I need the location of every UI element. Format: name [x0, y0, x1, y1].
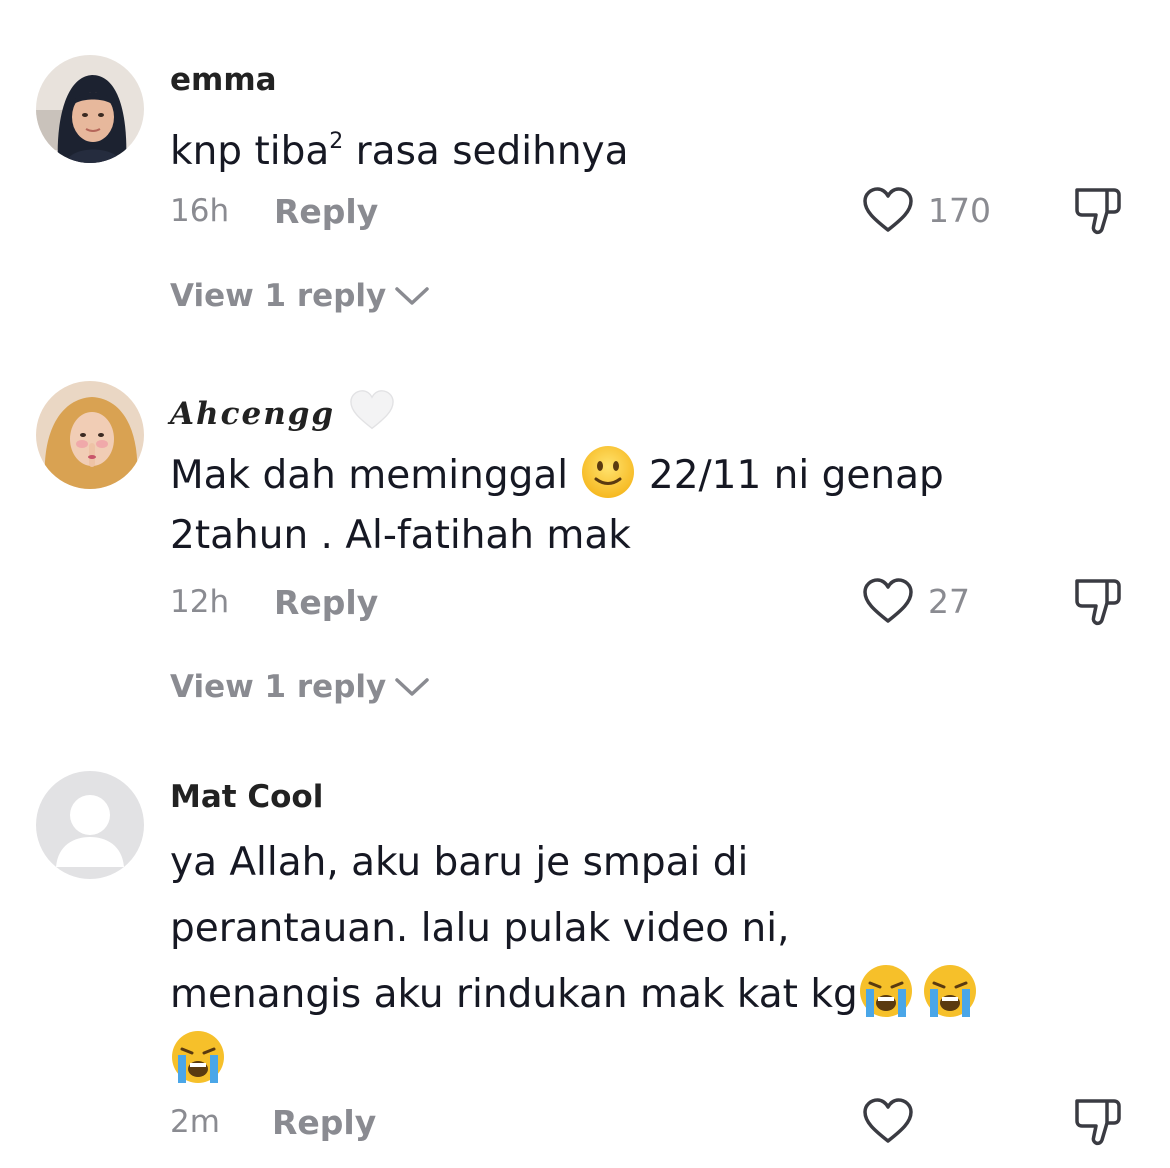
comment-text-part: 2tahun . Al-fatihah mak — [170, 513, 631, 558]
dislike-button[interactable] — [1072, 1095, 1124, 1147]
heart-icon — [863, 1098, 913, 1143]
avatar[interactable] — [36, 771, 144, 879]
dislike-button[interactable] — [1072, 575, 1124, 627]
heart-icon — [863, 578, 913, 623]
comment-text-part: rasa sedihnya — [343, 129, 629, 174]
like-count: 170 — [928, 190, 991, 230]
view-replies-button[interactable]: View 1 reply — [170, 278, 430, 314]
comment-text: ya Allah, aku baru je smpai di perantaua… — [170, 830, 1060, 1094]
thumbs-down-icon — [1075, 579, 1121, 626]
like-button[interactable] — [862, 1097, 914, 1145]
view-replies-label: View 1 reply — [170, 669, 387, 705]
timestamp: 2m — [170, 1104, 220, 1140]
username[interactable]: emma — [170, 62, 277, 98]
view-replies-label: View 1 reply — [170, 278, 387, 314]
superscript: 2 — [329, 129, 344, 154]
thumbs-down-icon — [1075, 188, 1121, 235]
timestamp: 16h — [170, 193, 230, 229]
thumbs-down-icon — [1075, 1099, 1121, 1146]
like-button[interactable]: 27 — [862, 577, 970, 625]
dislike-button[interactable] — [1072, 184, 1124, 236]
comment-text-part: Mak dah meminggal — [170, 453, 581, 498]
heart-icon — [863, 187, 913, 232]
avatar[interactable] — [36, 381, 144, 489]
comment-text-part: ya Allah, aku baru je smpai di — [170, 840, 749, 885]
comment-text-part: 22/11 ni genap — [636, 453, 944, 498]
avatar[interactable] — [36, 55, 144, 163]
view-replies-button[interactable]: View 1 reply — [170, 669, 430, 705]
comment-text-part: perantauan. lalu pulak video ni, — [170, 906, 790, 951]
reply-button[interactable]: Reply — [274, 583, 378, 622]
reply-button[interactable]: Reply — [274, 192, 378, 231]
chevron-down-icon — [395, 287, 429, 305]
comment-text: knp tiba2 rasa sedihnya — [170, 112, 1060, 182]
comment-text-part: menangis aku rindukan mak kat kg — [170, 972, 858, 1017]
timestamp: 12h — [170, 584, 230, 620]
like-count: 27 — [928, 581, 970, 621]
chevron-down-icon — [395, 678, 429, 696]
comment-text: Mak dah meminggal 22/11 ni genap 2tahun … — [170, 444, 1060, 566]
crying-face-icon — [923, 965, 976, 1017]
crying-face-icon — [859, 965, 912, 1017]
white-heart-icon — [350, 390, 394, 430]
username-label: Ahcengg — [170, 396, 336, 432]
like-button[interactable]: 170 — [862, 186, 991, 234]
username[interactable]: Ahcengg — [170, 388, 396, 432]
reply-button[interactable]: Reply — [272, 1103, 376, 1142]
comment-text-part: knp tiba — [170, 129, 330, 174]
crying-face-icon — [172, 1031, 224, 1083]
slightly-smiling-face-icon — [582, 446, 635, 498]
username[interactable]: Mat Cool — [170, 779, 323, 815]
